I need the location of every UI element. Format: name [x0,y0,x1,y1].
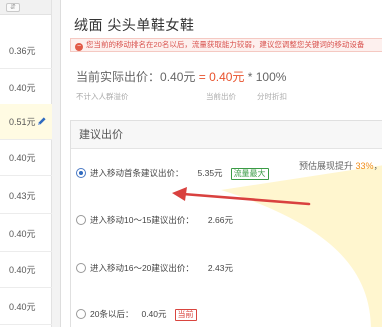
bid-column: ⇵ 0.36元 0.40元 0.51元 0.40元 0.43元 0.40元 0.… [0,0,52,327]
radio-selected[interactable] [76,168,86,178]
bid-cell: 0.40元 [0,289,52,325]
exposure-hint: 预估展现提升 33%， [299,159,382,172]
bid-cell-value: 0.51元 [9,117,36,127]
current-bid-multiplier: * 100% [244,70,287,84]
sort-icon[interactable]: ⇵ [6,3,20,12]
current-bid-price: 0.40元 [209,70,245,84]
bid-option-label: 进入移动16～20建议出价： [90,263,194,273]
current-bid-label: 当前实际出价： [76,70,161,84]
radio-unselected[interactable] [76,309,86,319]
bid-option-top-slot[interactable]: 进入移动首条建议出价： 5.35元 流量最大 [76,167,269,180]
current-badge: 当前 [174,309,197,321]
bid-cell: 0.40元 [0,70,52,106]
rank-notice-text: 您当前的移动排名在20名以后，流量获取能力较弱，建议您调整您关键词的移动设备 [86,40,365,49]
bid-option-price: 0.40元 [141,309,167,319]
bid-cell: 0.40元 [0,252,52,288]
bid-cell: 0.40元 [0,140,52,176]
bid-option-price: 2.66元 [207,215,233,225]
current-bid-caption: 当前出价 [206,92,236,101]
bid-option-price: 2.43元 [207,263,233,273]
bid-suggestion-dialog: 绒面 尖头单鞋女鞋 − 您当前的移动排名在20名以后，流量获取能力较弱，建议您调整… [60,0,382,327]
pencil-edit-icon[interactable] [37,116,47,126]
bid-cell-active[interactable]: 0.51元 [0,104,52,140]
bid-option-price: 5.35元 [197,168,223,178]
exposure-hint-suffix: ， [373,161,382,171]
keyword-title: 绒面 尖头单鞋女鞋 [74,17,195,33]
bid-option-rank-10-15[interactable]: 进入移动10～15建议出价： 2.66元 [76,214,233,226]
max-traffic-badge: 流量最大 [230,168,269,180]
current-bid-equals: = [195,70,210,84]
current-bid-line: 当前实际出价：0.40元 = 0.40元 * 100% [76,68,286,85]
radio-unselected[interactable] [76,215,86,225]
bid-option-label: 进入移动首条建议出价： [90,168,184,178]
time-discount-caption: 分时折扣 [257,92,287,101]
exposure-hint-prefix: 预估展现提升 [299,161,356,171]
minus-circle-icon: − [75,43,83,51]
suggested-bid-body: 预估展现提升 33%， 进入移动首条建议出价： 5.35元 流量最大 进入移动10～… [71,150,382,327]
radio-unselected[interactable] [76,263,86,273]
suggested-bid-panel: 建议出价 预估展现提升 33%， 进入移动首条建议出价： 5.35元 流量最大 进入… [70,120,382,327]
current-bid-value: 0.40元 [160,70,196,84]
bid-column-header: ⇵ [0,0,51,15]
rank-notice: − 您当前的移动排名在20名以后，流量获取能力较弱，建议您调整您关键词的移动设备 [70,38,382,52]
suggested-bid-header: 建议出价 [71,121,382,149]
exposure-hint-percent: 33% [355,161,374,171]
bid-cell: 0.36元 [0,33,52,69]
bid-cell: 0.40元 [0,216,52,252]
bid-option-after-20[interactable]: 20条以后： 0.40元 当前 [76,308,197,321]
bid-option-label: 进入移动10～15建议出价： [90,215,194,225]
bid-cell: 0.43元 [0,178,52,214]
bid-option-rank-16-20[interactable]: 进入移动16～20建议出价： 2.43元 [76,262,233,274]
bid-option-label: 20条以后： [90,309,134,319]
crowd-premium-note: 不计入人群溢价 [76,92,129,101]
